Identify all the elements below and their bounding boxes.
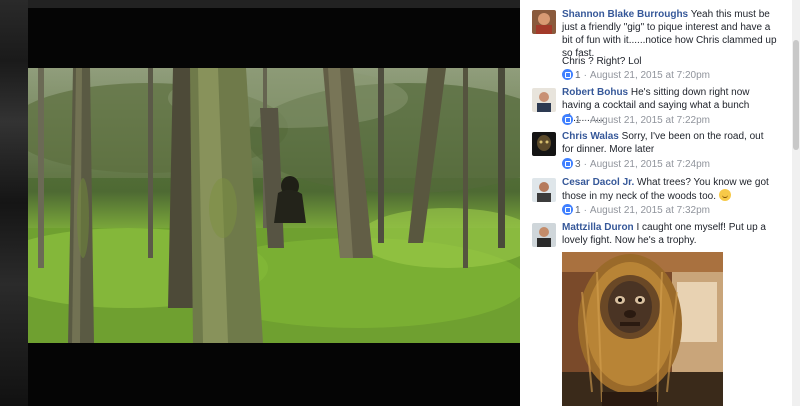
separator-dot: · bbox=[583, 159, 587, 170]
like-count[interactable]: 1 bbox=[575, 115, 581, 126]
avatar-image bbox=[532, 132, 556, 156]
commenter-name[interactable]: Mattzilla Duron bbox=[562, 222, 634, 233]
bigfoot-trophy-graphic bbox=[562, 252, 723, 406]
avatar-image bbox=[532, 178, 556, 202]
background-top-strip bbox=[28, 0, 520, 8]
like-thumb-icon bbox=[562, 158, 573, 169]
forest-photo[interactable] bbox=[28, 68, 520, 343]
scrollbar-thumb[interactable] bbox=[793, 40, 799, 150]
avatar[interactable] bbox=[532, 132, 556, 156]
avatar[interactable] bbox=[532, 223, 556, 247]
separator-dot: · bbox=[583, 115, 587, 126]
comment-text-continued: Chris ? Right? Lol bbox=[562, 56, 642, 67]
separator-dot: · bbox=[583, 70, 587, 81]
like-thumb-icon bbox=[562, 114, 573, 125]
like-thumb-icon bbox=[562, 69, 573, 80]
commenter-name[interactable]: Chris Walas bbox=[562, 131, 619, 142]
comment-meta: 1 · August 21, 2015 at 7:32pm bbox=[562, 204, 710, 216]
comment-meta: 1 · August 21, 2015 at 7:20pm bbox=[562, 69, 710, 81]
comment-body: Shannon Blake Burroughs Yeah this must b… bbox=[562, 8, 777, 60]
comment-body: Cesar Dacol Jr. What trees? You know we … bbox=[562, 176, 777, 203]
commenter-name[interactable]: Robert Bohus bbox=[562, 87, 628, 98]
comment-attached-photo[interactable] bbox=[562, 252, 723, 406]
background-strip bbox=[0, 0, 28, 406]
comment-timestamp[interactable]: August 21, 2015 at 7:20pm bbox=[590, 70, 710, 81]
avatar-image bbox=[532, 10, 556, 34]
media-viewer bbox=[0, 0, 520, 406]
comment-timestamp[interactable]: August 21, 2015 at 7:32pm bbox=[590, 205, 710, 216]
forest-scene-graphic bbox=[28, 68, 520, 343]
like-count[interactable]: 1 bbox=[575, 70, 581, 81]
avatar[interactable] bbox=[532, 178, 556, 202]
comments-panel: Shannon Blake Burroughs Yeah this must b… bbox=[520, 0, 792, 406]
comment-timestamp[interactable]: August 21, 2015 at 7:24pm bbox=[590, 159, 710, 170]
avatar-image bbox=[532, 223, 556, 247]
scrollbar[interactable] bbox=[792, 0, 800, 406]
like-count[interactable]: 3 bbox=[575, 159, 581, 170]
smiley-emoji-icon bbox=[718, 189, 731, 201]
comment-body: Chris Walas Sorry, I've been on the road… bbox=[562, 130, 777, 156]
avatar[interactable] bbox=[532, 88, 556, 112]
comment-timestamp[interactable]: August 21, 2015 at 7:22pm bbox=[590, 115, 710, 126]
comment-meta: 3 · August 21, 2015 at 7:24pm bbox=[562, 158, 710, 170]
comment-meta: 1 · August 21, 2015 at 7:22pm bbox=[562, 114, 710, 126]
avatar-image bbox=[532, 88, 556, 112]
commenter-name[interactable]: Shannon Blake Burroughs bbox=[562, 9, 688, 20]
like-thumb-icon bbox=[562, 204, 573, 215]
like-count[interactable]: 1 bbox=[575, 205, 581, 216]
separator-dot: · bbox=[583, 205, 587, 216]
comment-body: Mattzilla Duron I caught one myself! Put… bbox=[562, 221, 777, 247]
commenter-name[interactable]: Cesar Dacol Jr. bbox=[562, 177, 634, 188]
avatar[interactable] bbox=[532, 10, 556, 34]
